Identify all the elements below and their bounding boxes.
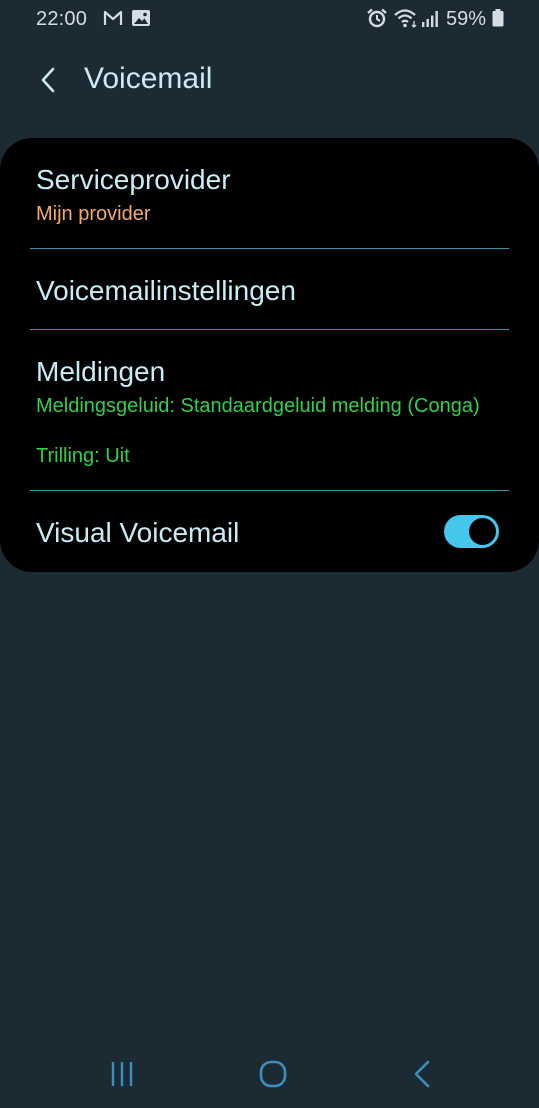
- notifications-title: Meldingen: [36, 356, 166, 387]
- app-header: Voicemail: [0, 50, 539, 110]
- image-icon: [131, 9, 151, 33]
- visual-voicemail-toggle[interactable]: [444, 515, 499, 548]
- service-provider-value: Mijn provider: [36, 203, 151, 225]
- notification-sound-value: Meldingsgeluid: Standaardgeluid melding …: [36, 395, 480, 417]
- screen: 22:00 59% Voicemail Serviceprovider Mijn…: [0, 0, 539, 1108]
- voicemail-settings-title: Voicemailinstellingen: [36, 275, 296, 306]
- voicemail-settings-item[interactable]: Voicemailinstellingen: [0, 249, 539, 329]
- nav-back-button[interactable]: [392, 1054, 452, 1094]
- wifi-icon: [393, 8, 419, 34]
- notifications-item[interactable]: Meldingen Meldingsgeluid: Standaardgelui…: [0, 330, 539, 490]
- visual-voicemail-item[interactable]: Visual Voicemail: [0, 491, 539, 572]
- recents-button[interactable]: [92, 1054, 152, 1094]
- visual-voicemail-title: Visual Voicemail: [36, 517, 240, 548]
- status-time: 22:00: [36, 8, 88, 30]
- home-button[interactable]: [243, 1054, 303, 1094]
- status-bar: 22:00 59%: [0, 0, 539, 38]
- alarm-icon: [366, 8, 388, 34]
- recents-icon: [111, 1062, 133, 1086]
- vibration-value: Trilling: Uit: [36, 445, 130, 467]
- settings-card: Serviceprovider Mijn provider Voicemaili…: [0, 138, 539, 572]
- battery-percent: 59%: [446, 8, 487, 30]
- gmail-icon: [103, 9, 123, 33]
- back-button[interactable]: [28, 60, 68, 100]
- navigation-bar: [0, 1040, 539, 1108]
- toggle-knob: [467, 516, 498, 547]
- page-title: Voicemail: [84, 62, 213, 95]
- home-icon: [259, 1060, 287, 1088]
- back-icon: [414, 1060, 430, 1088]
- battery-icon: [492, 9, 504, 33]
- signal-icon: [421, 10, 439, 34]
- service-provider-item[interactable]: Serviceprovider Mijn provider: [0, 138, 539, 248]
- service-provider-title: Serviceprovider: [36, 164, 231, 195]
- chevron-left-icon: [41, 67, 55, 93]
